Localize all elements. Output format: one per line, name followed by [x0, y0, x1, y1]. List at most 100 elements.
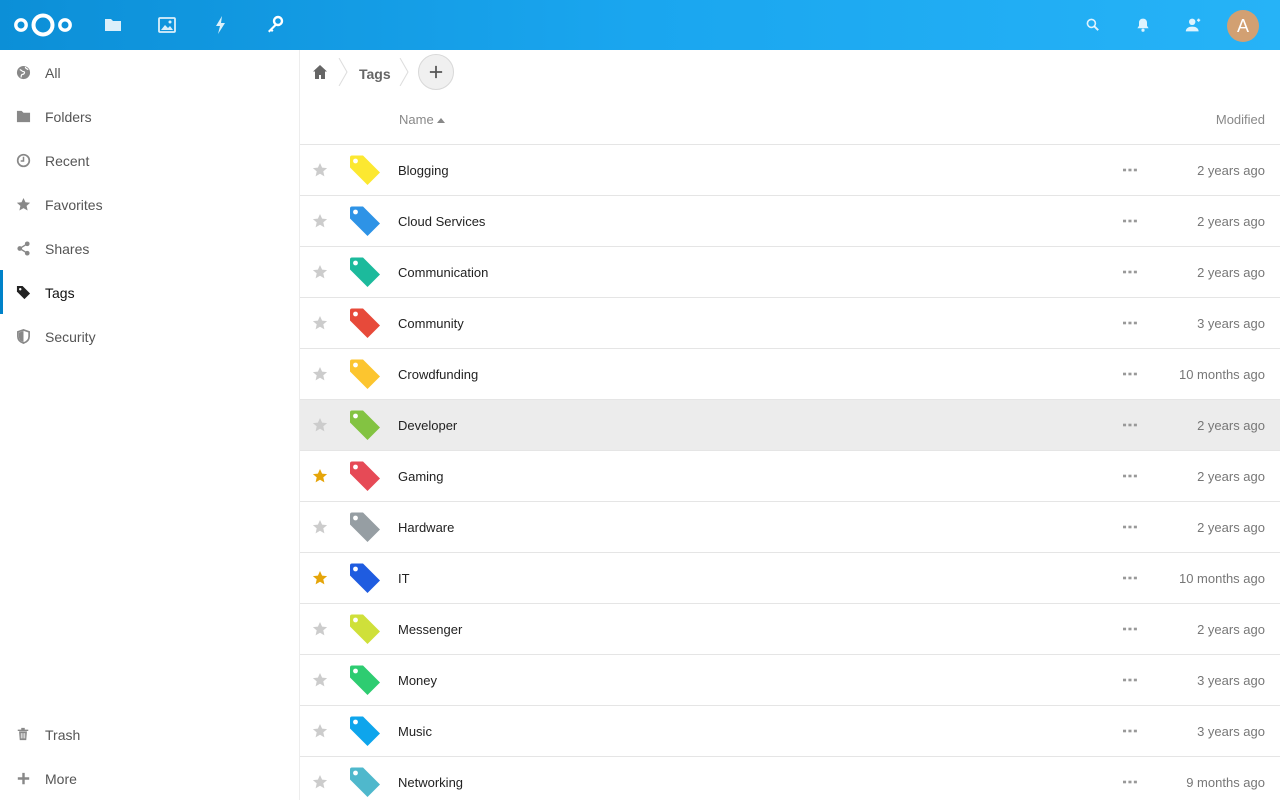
modified-date: 9 months ago [1186, 775, 1265, 790]
key-icon [268, 15, 284, 33]
bell-icon [1137, 18, 1149, 32]
tag-icon [15, 284, 31, 300]
ellipsis-icon [1123, 525, 1137, 529]
contacts-button[interactable] [1181, 13, 1205, 37]
clock-icon [15, 152, 31, 168]
table-row[interactable]: Hardware 2 years ago [300, 502, 1280, 553]
modified-date: 2 years ago [1197, 520, 1265, 535]
notifications-button[interactable] [1131, 13, 1155, 37]
table-row[interactable]: Blogging 2 years ago [300, 145, 1280, 196]
more-actions-button[interactable] [1122, 721, 1138, 741]
tag-name: Gaming [398, 469, 444, 484]
tag-name: Messenger [398, 622, 463, 637]
more-actions-button[interactable] [1122, 211, 1138, 231]
table-row[interactable]: Developer 2 years ago [300, 400, 1280, 451]
table-row[interactable]: Money 3 years ago [300, 655, 1280, 706]
ellipsis-icon [1123, 219, 1137, 223]
tag-name: Money [398, 673, 438, 688]
sidebar-item-tags[interactable]: Tags [0, 270, 299, 314]
table-row[interactable]: Crowdfunding 10 months ago [300, 349, 1280, 400]
favorite-star-icon[interactable] [312, 264, 328, 280]
modified-date: 10 months ago [1178, 367, 1265, 382]
modified-date: 2 years ago [1197, 163, 1265, 178]
files-app-icon[interactable] [101, 13, 125, 37]
table-row[interactable]: Community 3 years ago [300, 298, 1280, 349]
modified-date: 10 months ago [1178, 571, 1265, 586]
sidebar-item-trash[interactable]: Trash [0, 712, 299, 756]
more-actions-button[interactable] [1122, 568, 1138, 588]
table-row[interactable]: Music 3 years ago [300, 706, 1280, 757]
favorite-star-icon[interactable] [312, 774, 328, 790]
ellipsis-icon [1123, 372, 1137, 376]
avatar[interactable]: A [1227, 10, 1259, 42]
tag-icon [350, 563, 380, 593]
table-row[interactable]: Cloud Services 2 years ago [300, 196, 1280, 247]
favorite-star-icon[interactable] [312, 162, 328, 178]
sidebar-item-all[interactable]: All [0, 50, 299, 94]
file-list-header: Name Modified [300, 94, 1280, 145]
tag-icon [350, 767, 380, 797]
home-icon[interactable] [312, 64, 328, 80]
ellipsis-icon [1123, 780, 1137, 784]
favorite-star-icon[interactable] [312, 417, 328, 433]
tag-icon [350, 359, 380, 389]
nextcloud-logo[interactable] [12, 11, 74, 39]
favorite-star-icon[interactable] [312, 570, 328, 586]
plus-icon [15, 770, 31, 786]
column-header-modified[interactable]: Modified [1216, 112, 1265, 127]
sidebar-item-favorites[interactable]: Favorites [0, 182, 299, 226]
favorite-star-icon[interactable] [312, 672, 328, 688]
modified-date: 2 years ago [1197, 418, 1265, 433]
photos-app-icon[interactable] [155, 13, 179, 37]
column-header-name[interactable]: Name [399, 112, 434, 127]
favorite-star-icon[interactable] [312, 213, 328, 229]
table-row[interactable]: Gaming 2 years ago [300, 451, 1280, 502]
more-actions-button[interactable] [1122, 415, 1138, 435]
table-row[interactable]: Networking 9 months ago [300, 757, 1280, 800]
sidebar-item-label: Tags [45, 285, 75, 301]
more-actions-button[interactable] [1122, 364, 1138, 384]
favorite-star-icon[interactable] [312, 621, 328, 637]
ellipsis-icon [1123, 627, 1137, 631]
sidebar-item-shares[interactable]: Shares [0, 226, 299, 270]
favorite-star-icon[interactable] [312, 723, 328, 739]
favorite-star-icon[interactable] [312, 468, 328, 484]
ellipsis-icon [1123, 423, 1137, 427]
sidebar-item-recent[interactable]: Recent [0, 138, 299, 182]
sidebar-item-label: Favorites [45, 197, 103, 213]
new-button[interactable] [418, 54, 454, 90]
more-actions-button[interactable] [1122, 160, 1138, 180]
table-row[interactable]: Messenger 2 years ago [300, 604, 1280, 655]
more-actions-button[interactable] [1122, 772, 1138, 792]
favorite-star-icon[interactable] [312, 315, 328, 331]
more-actions-button[interactable] [1122, 670, 1138, 690]
favorite-star-icon[interactable] [312, 366, 328, 382]
more-actions-button[interactable] [1122, 517, 1138, 537]
modified-date: 2 years ago [1197, 265, 1265, 280]
table-row[interactable]: IT 10 months ago [300, 553, 1280, 604]
tag-icon [350, 614, 380, 644]
search-button[interactable] [1081, 13, 1105, 37]
modified-date: 3 years ago [1197, 316, 1265, 331]
plus-icon [429, 65, 443, 79]
tag-name: Blogging [398, 163, 449, 178]
more-actions-button[interactable] [1122, 262, 1138, 282]
more-actions-button[interactable] [1122, 313, 1138, 333]
sidebar-item-more[interactable]: More [0, 756, 299, 800]
shield-icon [15, 328, 31, 344]
breadcrumb-tags[interactable]: Tags [359, 66, 391, 82]
tag-icon [350, 512, 380, 542]
more-actions-button[interactable] [1122, 619, 1138, 639]
sidebar-item-folders[interactable]: Folders [0, 94, 299, 138]
modified-date: 2 years ago [1197, 214, 1265, 229]
passwords-app-icon[interactable] [263, 13, 287, 37]
more-actions-button[interactable] [1122, 466, 1138, 486]
sidebar-item-security[interactable]: Security [0, 314, 299, 358]
tag-icon [350, 410, 380, 440]
sidebar-item-label: Security [45, 329, 96, 345]
file-list: Blogging 2 years ago Cloud Services 2 years… [300, 145, 1280, 800]
activity-app-icon[interactable] [209, 13, 233, 37]
tag-name: Crowdfunding [398, 367, 479, 382]
table-row[interactable]: Communication 2 years ago [300, 247, 1280, 298]
favorite-star-icon[interactable] [312, 519, 328, 535]
